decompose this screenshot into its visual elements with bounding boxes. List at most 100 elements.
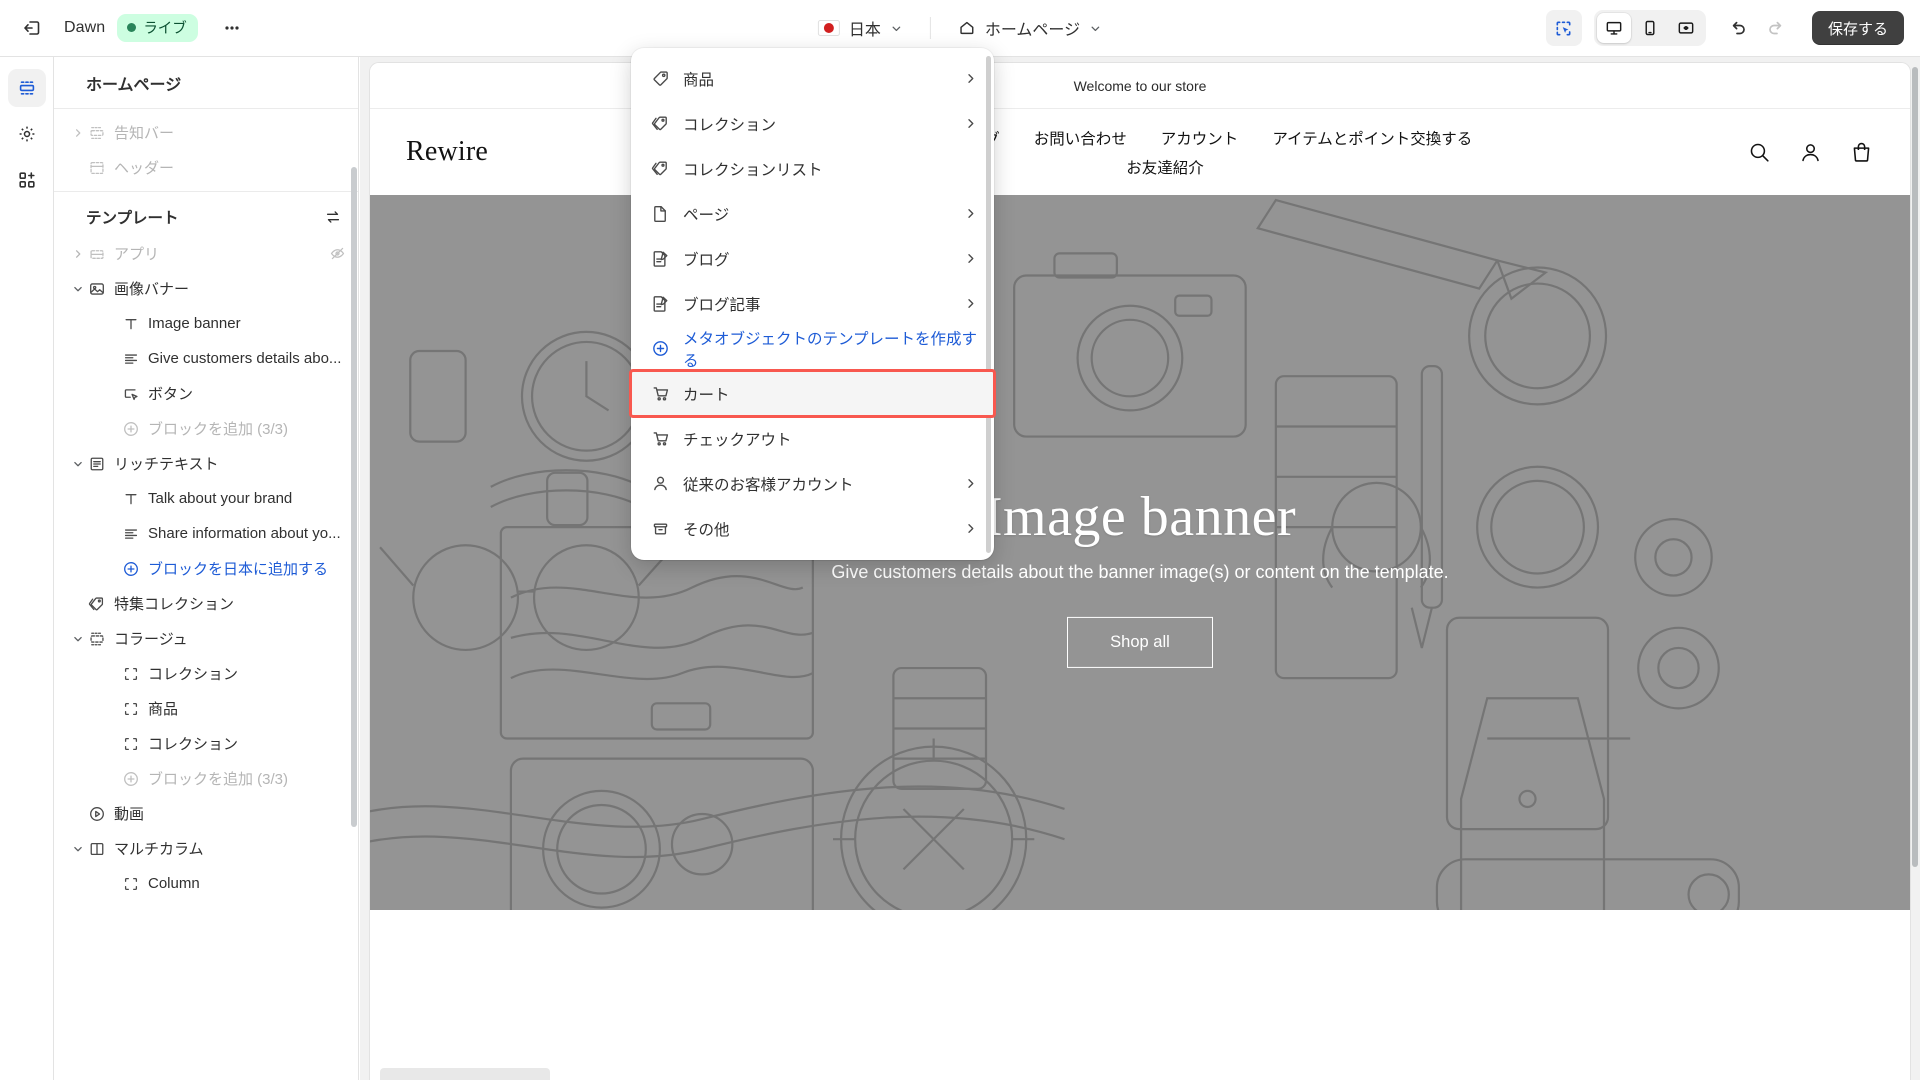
rail-item-sections[interactable]: [7, 69, 46, 107]
menu-item[interactable]: 従来のお客様アカウント: [631, 461, 994, 506]
rail-item-settings[interactable]: [8, 115, 46, 153]
sidebar-item[interactable]: コラージュ: [54, 621, 358, 656]
collection-icon: [651, 161, 667, 176]
account-icon[interactable]: [1798, 140, 1823, 165]
expand-toggle[interactable]: [68, 247, 88, 261]
nav-link[interactable]: お問い合わせ: [1034, 127, 1127, 149]
block-icon: [124, 702, 138, 715]
menu-item[interactable]: ページ: [631, 191, 994, 236]
menu-item-label: メタオブジェクトのテンプレートを作成する: [683, 330, 978, 370]
sidebar-item-label: アプリ: [114, 246, 160, 263]
sidebar-item[interactable]: 商品: [54, 691, 358, 726]
menu-item[interactable]: ブログ記事: [631, 281, 994, 326]
collapse-toggle[interactable]: [68, 842, 88, 856]
menu-item[interactable]: 商品: [631, 56, 994, 101]
submenu-chevron[interactable]: [963, 296, 978, 311]
nav-link[interactable]: お友達紹介: [1126, 156, 1204, 178]
menu-item[interactable]: コレクションリスト: [631, 146, 994, 191]
menu-scrollbar[interactable]: [986, 56, 991, 553]
sidebar-item-label: ブロックを日本に追加する: [148, 561, 329, 578]
sidebar-item[interactable]: 画像バナー: [54, 271, 358, 306]
redo-button[interactable]: [1758, 10, 1794, 46]
sidebar-item[interactable]: ブロックを追加 (3/3): [54, 411, 358, 446]
nav-link[interactable]: アカウント: [1161, 127, 1239, 149]
exit-editor-button[interactable]: [14, 10, 50, 46]
save-button[interactable]: 保存する: [1811, 11, 1904, 45]
block-icon: [124, 737, 138, 750]
desktop-view-button[interactable]: [1596, 13, 1631, 43]
submenu-chevron[interactable]: [963, 116, 978, 131]
plus-circle-icon: [124, 421, 138, 436]
full-width-view-button[interactable]: [1669, 13, 1703, 43]
undo-button[interactable]: [1720, 10, 1756, 46]
menu-item[interactable]: コレクション: [631, 101, 994, 146]
sidebar-item[interactable]: マルチカラム: [54, 831, 358, 866]
chevron-right-icon: [75, 128, 81, 137]
sidebar-item-label: 動画: [114, 806, 145, 823]
sidebar-item[interactable]: ブロックを日本に追加する: [54, 551, 358, 586]
image-banner-section[interactable]: Image banner Give customers details abou…: [370, 195, 1910, 910]
hidden-eye-icon[interactable]: [329, 245, 346, 262]
paragraph-icon: [122, 350, 148, 368]
plus-circle-icon: [124, 771, 138, 786]
preview-scrollbar[interactable]: [1912, 67, 1918, 867]
rail-item-apps[interactable]: [8, 161, 46, 199]
more-options-button[interactable]: [214, 10, 250, 46]
sidebar-item[interactable]: ヘッダー: [54, 150, 358, 185]
chevron-right-icon: [968, 524, 974, 533]
desktop-icon: [1606, 21, 1622, 35]
submenu-chevron[interactable]: [963, 71, 978, 86]
sidebar-item[interactable]: Image banner: [54, 306, 358, 341]
live-status-badge: ライブ: [117, 14, 198, 42]
live-dot-icon: [127, 23, 137, 32]
sidebar-item[interactable]: Share information about yo...: [54, 516, 358, 551]
inspect-tool-button[interactable]: [1545, 10, 1582, 46]
sidebar-item[interactable]: コレクション: [54, 726, 358, 761]
plus-circle-icon: [651, 339, 683, 358]
sidebar-item[interactable]: コレクション: [54, 656, 358, 691]
menu-item[interactable]: カート: [629, 369, 996, 418]
sidebar-item-label: コレクション: [148, 666, 239, 683]
home-icon: [960, 21, 974, 35]
menu-item[interactable]: ブログ: [631, 236, 994, 281]
search-icon[interactable]: [1747, 140, 1772, 165]
collapse-toggle[interactable]: [68, 282, 88, 296]
mobile-icon: [1645, 20, 1655, 36]
collapse-toggle[interactable]: [68, 457, 88, 471]
nav-link[interactable]: アイテムとポイント交換する: [1272, 127, 1472, 149]
sidebar-item[interactable]: ボタン: [54, 376, 358, 411]
locale-selector[interactable]: 日本: [807, 10, 914, 46]
mobile-view-button[interactable]: [1633, 13, 1667, 43]
sidebar-item[interactable]: Column: [54, 866, 358, 901]
announcement-bar: Welcome to our store: [370, 63, 1910, 109]
block-icon: [122, 665, 148, 683]
submenu-chevron[interactable]: [963, 251, 978, 266]
swap-template-button[interactable]: [324, 208, 342, 226]
sidebar-item[interactable]: 特集コレクション: [54, 586, 358, 621]
sidebar-item[interactable]: 告知バー: [54, 115, 358, 150]
sidebar-title: ホームページ: [54, 57, 358, 109]
collapse-toggle[interactable]: [68, 632, 88, 646]
submenu-chevron[interactable]: [963, 476, 978, 491]
cart-icon[interactable]: [1849, 140, 1874, 165]
page-selector[interactable]: ホームページ: [947, 10, 1113, 46]
banner-cta-button[interactable]: Shop all: [1067, 617, 1213, 669]
image-banner-icon: [90, 282, 104, 295]
menu-item[interactable]: チェックアウト: [631, 416, 994, 461]
sidebar-item[interactable]: ブロックを追加 (3/3): [54, 761, 358, 796]
archive-icon: [651, 519, 683, 538]
sidebar-item[interactable]: リッチテキスト: [54, 446, 358, 481]
submenu-chevron[interactable]: [963, 521, 978, 536]
expand-toggle[interactable]: [68, 126, 88, 140]
menu-item[interactable]: その他: [631, 506, 994, 551]
sidebar-item[interactable]: Talk about your brand: [54, 481, 358, 516]
app-block-icon: [88, 245, 114, 263]
sidebar-item[interactable]: Give customers details abo...: [54, 341, 358, 376]
sidebar-item[interactable]: アプリ: [54, 236, 358, 271]
cart-icon: [651, 384, 683, 403]
sidebar-scrollbar[interactable]: [351, 167, 357, 827]
submenu-chevron[interactable]: [963, 206, 978, 221]
chevron-right-icon: [968, 74, 974, 83]
menu-item[interactable]: メタオブジェクトのテンプレートを作成する: [631, 326, 994, 371]
sidebar-item[interactable]: 動画: [54, 796, 358, 831]
